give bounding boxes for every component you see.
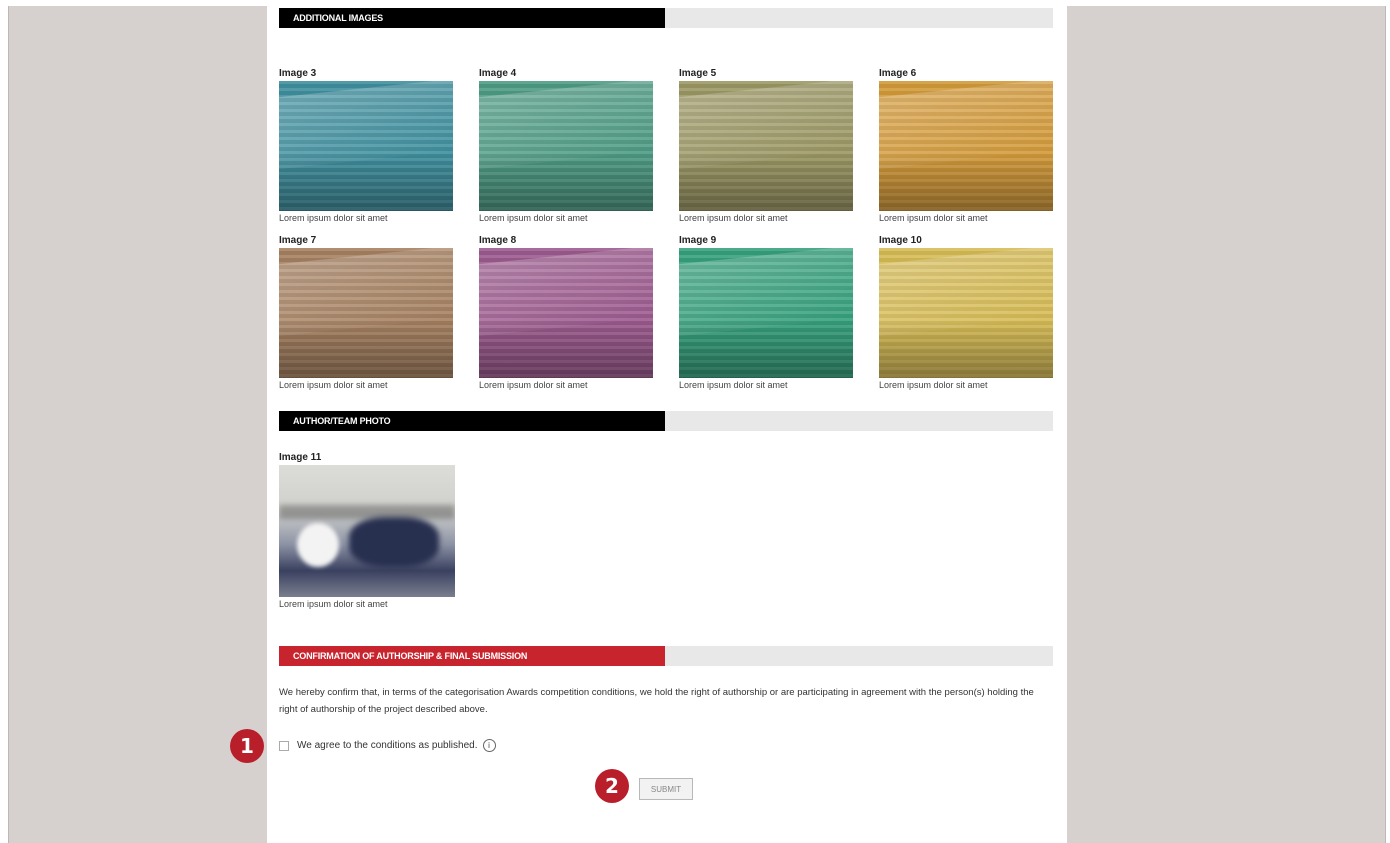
author-image-cell[interactable]: Image 11 Lorem ipsum dolor sit amet bbox=[279, 451, 455, 609]
image-thumbnail[interactable] bbox=[679, 248, 853, 378]
confirmation-header: CONFIRMATION OF AUTHORSHIP & FINAL SUBMI… bbox=[279, 646, 1053, 666]
image-caption: Lorem ipsum dolor sit amet bbox=[479, 380, 588, 390]
image-caption: Lorem ipsum dolor sit amet bbox=[479, 213, 588, 223]
image-thumbnail[interactable] bbox=[879, 81, 1053, 211]
image-thumbnail[interactable] bbox=[879, 248, 1053, 378]
image-cell[interactable]: Image 9 Lorem ipsum dolor sit amet bbox=[679, 234, 855, 390]
image-caption: Lorem ipsum dolor sit amet bbox=[279, 380, 388, 390]
image-label: Image 8 bbox=[479, 235, 517, 246]
author-photo-header: AUTHOR/TEAM PHOTO bbox=[279, 411, 1053, 431]
confirmation-text: We hereby confirm that, in terms of the … bbox=[279, 687, 1034, 715]
image-label: Image 3 bbox=[279, 68, 317, 79]
image-caption: Lorem ipsum dolor sit amet bbox=[879, 380, 988, 390]
image-thumbnail[interactable] bbox=[679, 81, 853, 211]
image-caption: Lorem ipsum dolor sit amet bbox=[879, 213, 988, 223]
image-label: Image 4 bbox=[479, 68, 517, 79]
annotation-marker-2: 2 bbox=[595, 769, 629, 803]
additional-images-title: ADDITIONAL IMAGES bbox=[279, 8, 665, 28]
agree-label[interactable]: We agree to the conditions as published. bbox=[297, 740, 478, 751]
image-thumbnail[interactable] bbox=[479, 248, 653, 378]
info-icon[interactable]: i bbox=[482, 739, 496, 752]
image-cell[interactable]: Image 10 Lorem ipsum dolor sit amet bbox=[879, 234, 1055, 390]
image-label: Image 9 bbox=[679, 235, 717, 246]
image-thumbnail[interactable] bbox=[279, 81, 453, 211]
image-cell[interactable]: Image 3 Lorem ipsum dolor sit amet bbox=[279, 67, 455, 223]
additional-images-header: ADDITIONAL IMAGES bbox=[279, 8, 1053, 28]
agree-checkbox[interactable] bbox=[279, 740, 289, 751]
image-label: Image 6 bbox=[879, 68, 917, 79]
image-caption: Lorem ipsum dolor sit amet bbox=[679, 213, 788, 223]
author-image-thumbnail[interactable] bbox=[279, 465, 455, 597]
image-cell[interactable]: Image 4 Lorem ipsum dolor sit amet bbox=[479, 67, 655, 223]
image-label: Image 5 bbox=[679, 68, 717, 79]
confirmation-title: CONFIRMATION OF AUTHORSHIP & FINAL SUBMI… bbox=[279, 646, 665, 666]
submit-button[interactable]: SUBMIT bbox=[639, 778, 693, 800]
image-cell[interactable]: Image 8 Lorem ipsum dolor sit amet bbox=[479, 234, 655, 390]
form-page: ADDITIONAL IMAGES Image 3 Lorem ipsum dol… bbox=[267, 6, 1067, 843]
author-image-caption: Lorem ipsum dolor sit amet bbox=[279, 599, 388, 609]
image-cell[interactable]: Image 6 Lorem ipsum dolor sit amet bbox=[879, 67, 1055, 223]
image-cell[interactable]: Image 5 Lorem ipsum dolor sit amet bbox=[679, 67, 855, 223]
image-cell[interactable]: Image 7 Lorem ipsum dolor sit amet bbox=[279, 234, 455, 390]
image-thumbnail[interactable] bbox=[279, 248, 453, 378]
image-caption: Lorem ipsum dolor sit amet bbox=[279, 213, 388, 223]
image-caption: Lorem ipsum dolor sit amet bbox=[679, 380, 788, 390]
author-photo-title: AUTHOR/TEAM PHOTO bbox=[279, 411, 665, 431]
image-label: Image 7 bbox=[279, 235, 317, 246]
image-thumbnail[interactable] bbox=[479, 81, 653, 211]
image-label: Image 10 bbox=[879, 235, 922, 246]
agree-row: We agree to the conditions as published.… bbox=[279, 739, 496, 752]
annotation-marker-1: 1 bbox=[230, 729, 264, 763]
author-image-label: Image 11 bbox=[279, 452, 322, 463]
